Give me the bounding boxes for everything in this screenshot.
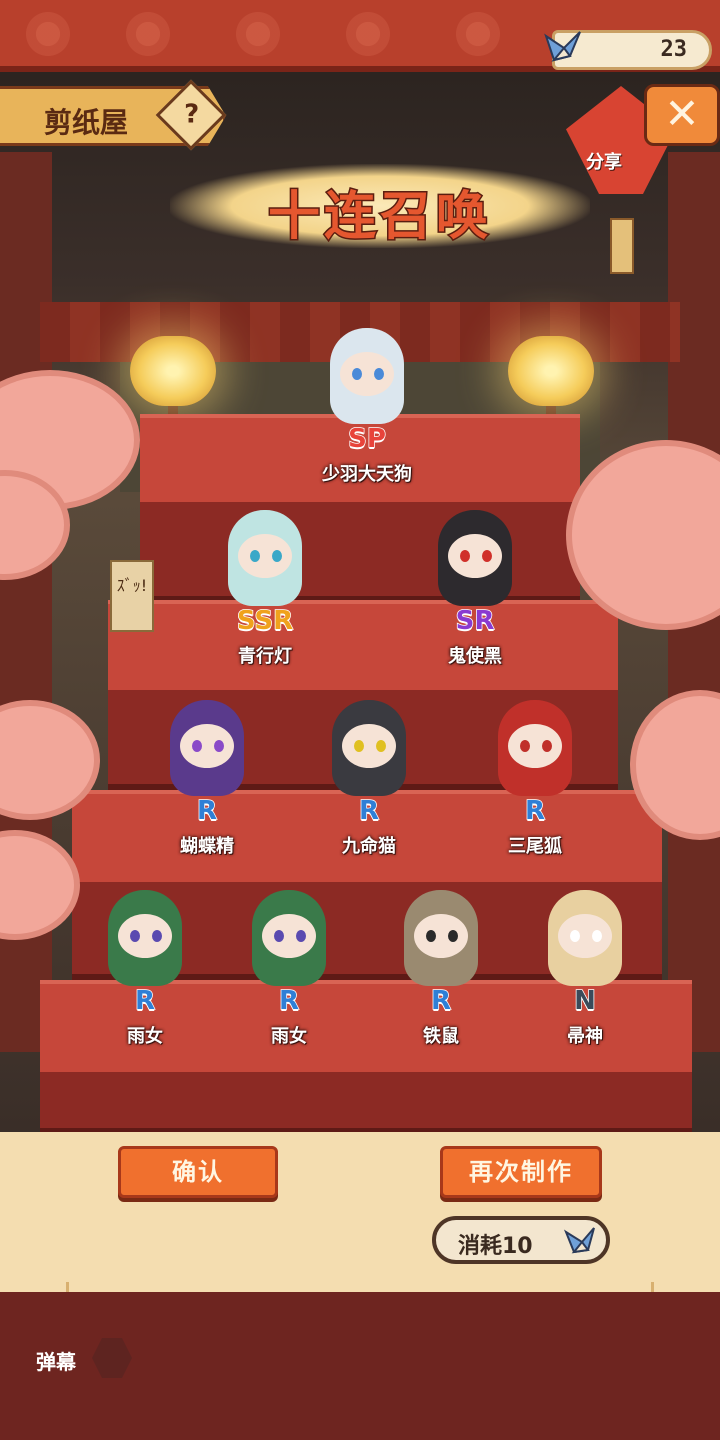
summon-card[interactable]: SR 鬼使黑 <box>410 500 540 680</box>
rarity-badge: R <box>196 795 218 827</box>
eye <box>296 930 306 942</box>
flower-pattern <box>20 6 76 62</box>
rarity-badge: R <box>134 985 156 1017</box>
eye <box>250 550 260 562</box>
summon-result-screen: ｽﾞｯ! SP 少羽大天狗 SSR 青行灯 SR 鬼使黑 R 蝴蝶精 R 九命猫… <box>0 0 720 1440</box>
stair-tier-2 <box>108 600 618 690</box>
eye <box>542 740 552 752</box>
shikigami-face <box>558 914 612 958</box>
shikigami-name: 雨女 <box>127 1026 163 1047</box>
eye <box>520 740 530 752</box>
question-icon: ? <box>184 99 200 130</box>
cost-label: 消耗10 <box>458 1234 533 1259</box>
lantern-left <box>130 336 216 406</box>
repeat-summon-button[interactable]: 再次制作 <box>440 1146 602 1198</box>
flower-pattern <box>450 6 506 62</box>
summon-card[interactable]: R 蝴蝶精 <box>142 690 272 870</box>
shikigami-name: 雨女 <box>271 1026 307 1047</box>
eye <box>570 930 580 942</box>
shikigami-name: 铁鼠 <box>423 1026 459 1047</box>
repeat-label: 再次制作 <box>469 1157 573 1186</box>
close-icon: ✕ <box>664 89 700 138</box>
summon-card[interactable]: R 雨女 <box>80 880 210 1060</box>
rarity-badge: R <box>278 985 300 1017</box>
lantern-right <box>508 336 594 406</box>
shikigami-face <box>414 914 468 958</box>
shikigami-face <box>340 352 394 396</box>
shikigami-face <box>118 914 172 958</box>
stair-riser-4 <box>40 1072 692 1134</box>
shikigami-name: 青行灯 <box>238 646 292 667</box>
eye <box>272 550 282 562</box>
close-button[interactable]: ✕ <box>644 84 720 146</box>
confirm-label: 确认 <box>172 1157 224 1186</box>
paper-crane-icon <box>563 1227 595 1254</box>
eye <box>376 740 386 752</box>
summon-card[interactable]: SP 少羽大天狗 <box>302 318 432 498</box>
eye <box>592 930 602 942</box>
page-title: 十连召唤 <box>266 185 492 249</box>
eye <box>152 930 162 942</box>
eye <box>426 930 436 942</box>
shikigami-name: 鬼使黑 <box>448 646 502 667</box>
rarity-badge: R <box>524 795 546 827</box>
flower-pattern <box>340 6 396 62</box>
eye <box>352 368 362 380</box>
shikigami-face <box>238 534 292 578</box>
rarity-badge: R <box>430 985 452 1017</box>
shikigami-name: 帚神 <box>567 1026 603 1047</box>
flower-pattern <box>230 6 286 62</box>
shikigami-face <box>262 914 316 958</box>
floor-area <box>0 1132 720 1440</box>
share-tag <box>610 218 634 274</box>
danmaku-label: 弹幕 <box>36 1350 76 1374</box>
eye <box>192 740 202 752</box>
summon-card[interactable]: R 九命猫 <box>304 690 434 870</box>
cost-indicator: 消耗10 <box>432 1216 610 1264</box>
summon-card[interactable]: SSR 青行灯 <box>200 500 330 680</box>
share-label: 分享 <box>586 152 622 173</box>
rarity-badge: SR <box>455 605 495 637</box>
eye <box>374 368 384 380</box>
rarity-badge: N <box>573 985 596 1017</box>
eye <box>460 550 470 562</box>
shikigami-face <box>448 534 502 578</box>
rarity-badge: SSR <box>236 605 294 637</box>
shikigami-name: 少羽大天狗 <box>322 464 412 485</box>
rarity-badge: R <box>358 795 380 827</box>
shikigami-face <box>180 724 234 768</box>
shikigami-name: 蝴蝶精 <box>180 836 234 857</box>
flower-pattern <box>120 6 176 62</box>
eye <box>274 930 284 942</box>
shikigami-face <box>342 724 396 768</box>
eye <box>130 930 140 942</box>
eye <box>482 550 492 562</box>
confirm-button[interactable]: 确认 <box>118 1146 278 1198</box>
summon-card[interactable]: N 帚神 <box>520 880 650 1060</box>
shikigami-name: 九命猫 <box>342 836 396 857</box>
wooden-sign: ｽﾞｯ! <box>110 560 154 632</box>
title-banner: 十连召唤 <box>170 164 590 249</box>
currency-count: 23 <box>660 37 688 62</box>
shikigami-face <box>508 724 562 768</box>
eye <box>354 740 364 752</box>
eye <box>214 740 224 752</box>
eye <box>448 930 458 942</box>
rarity-badge: SP <box>347 423 386 455</box>
summon-card[interactable]: R 三尾狐 <box>470 690 600 870</box>
paper-crane-icon <box>544 31 581 62</box>
location-label: 剪纸屋 <box>44 106 129 139</box>
shikigami-name: 三尾狐 <box>508 836 562 857</box>
summon-card[interactable]: R 铁鼠 <box>376 880 506 1060</box>
summon-card[interactable]: R 雨女 <box>224 880 354 1060</box>
